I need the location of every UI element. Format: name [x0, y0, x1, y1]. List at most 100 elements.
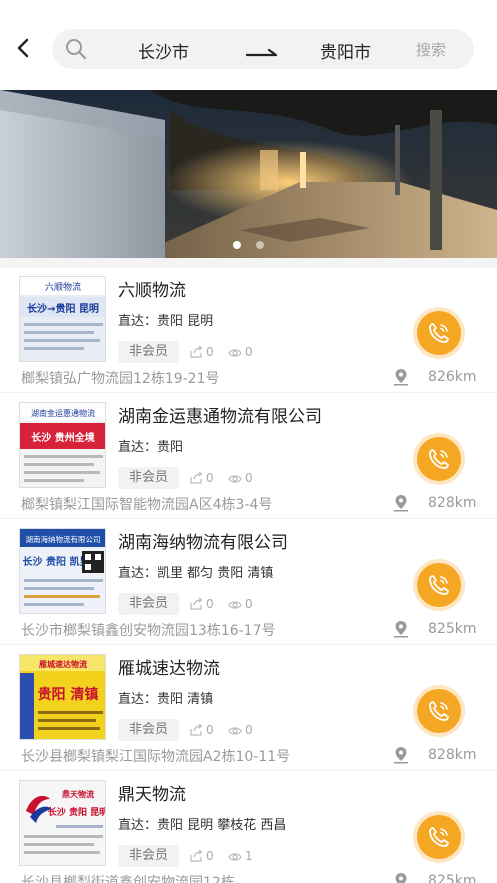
- share-count-value: 0: [206, 345, 214, 359]
- back-icon[interactable]: [12, 34, 38, 62]
- share-icon: [190, 597, 203, 610]
- carousel-dot[interactable]: [256, 241, 265, 249]
- list-item[interactable]: 鼎天物流 长沙 贵阳 昆明 鼎天物流 直达：贵阳 昆明 攀枝花 西昌 非会员 0…: [0, 772, 497, 883]
- eye-icon: [228, 475, 242, 483]
- call-button[interactable]: [417, 437, 461, 481]
- view-count-value: 1: [245, 849, 253, 863]
- top-bar: 长沙市 贵阳市 搜索: [0, 0, 497, 90]
- share-icon: [190, 723, 203, 736]
- member-tag: 非会员: [118, 467, 179, 489]
- share-count-value: 0: [206, 471, 214, 485]
- view-count: 0: [228, 723, 253, 737]
- thumbnail-header: 湖南金运惠通物流: [31, 408, 95, 418]
- company-name[interactable]: 湖南金运惠通物流有限公司: [118, 402, 322, 427]
- search-icon: [64, 37, 88, 61]
- phone-icon: [429, 827, 449, 847]
- thumbnail-main: 贵阳 清镇: [38, 686, 99, 703]
- company-thumbnail: 鼎天物流 长沙 贵阳 昆明: [19, 780, 106, 866]
- company-name[interactable]: 鼎天物流: [118, 780, 186, 805]
- company-thumbnail: 湖南海纳物流有限公司 长沙 贵阳 凯里: [19, 528, 106, 614]
- direct-routes: 直达：贵阳 清镇: [118, 692, 214, 707]
- company-address: 榔梨镇弘广物流园12栋19-21号: [21, 371, 220, 387]
- share-count-value: 0: [206, 597, 214, 611]
- list-item[interactable]: 雁城速达物流 贵阳 清镇 雁城速达物流 直达：贵阳 清镇 非会员 0 0 长沙县…: [0, 646, 497, 772]
- phone-icon: [429, 701, 449, 721]
- share-count-value: 0: [206, 849, 214, 863]
- location-pin-icon: [392, 746, 410, 764]
- eye-icon: [228, 853, 242, 861]
- distance: 828km: [428, 495, 477, 511]
- call-button[interactable]: [417, 815, 461, 859]
- section-gap: [0, 258, 497, 268]
- company-thumbnail: 雁城速达物流 贵阳 清镇: [19, 654, 106, 740]
- company-thumbnail: 湖南金运惠通物流 长沙 贵州全境: [19, 402, 106, 488]
- view-count-value: 0: [245, 597, 253, 611]
- destination-city[interactable]: 贵阳市: [320, 38, 371, 63]
- view-count-value: 0: [245, 723, 253, 737]
- eye-icon: [228, 601, 242, 609]
- company-address: 榔梨镇梨江国际智能物流园A区4栋3-4号: [21, 497, 273, 513]
- list-item[interactable]: 湖南海纳物流有限公司 长沙 贵阳 凯里 湖南海纳物流有限公司 直达：凯里 都匀 …: [0, 520, 497, 646]
- share-icon: [190, 345, 203, 358]
- thumbnail-main: 长沙→贵阳 昆明: [27, 302, 99, 315]
- route-search-box[interactable]: 长沙市 贵阳市 搜索: [52, 29, 474, 69]
- distance: 828km: [428, 747, 477, 763]
- eye-icon: [228, 349, 242, 357]
- call-button[interactable]: [417, 311, 461, 355]
- divider: [0, 644, 497, 645]
- member-tag: 非会员: [118, 845, 179, 867]
- app-screen: 长沙市 贵阳市 搜索 六顺物流 长沙→贵阳 昆明 六顺物流 直达：贵阳 昆明 非…: [0, 0, 497, 883]
- list-item[interactable]: 六顺物流 长沙→贵阳 昆明 六顺物流 直达：贵阳 昆明 非会员 0 0 榔梨镇弘…: [0, 268, 497, 394]
- thumbnail-header: 鼎天物流: [62, 789, 94, 799]
- list-item[interactable]: 湖南金运惠通物流 长沙 贵州全境 湖南金运惠通物流有限公司 直达：贵阳 非会员 …: [0, 394, 497, 520]
- view-count: 0: [228, 597, 253, 611]
- divider: [0, 518, 497, 519]
- share-count[interactable]: 0: [190, 471, 214, 485]
- thumbnail-main: 长沙 贵阳 凯里: [23, 555, 90, 568]
- call-button[interactable]: [417, 563, 461, 607]
- share-count-value: 0: [206, 723, 214, 737]
- company-thumbnail: 六顺物流 长沙→贵阳 昆明: [19, 276, 106, 362]
- view-count-value: 0: [245, 345, 253, 359]
- share-count[interactable]: 0: [190, 849, 214, 863]
- share-count[interactable]: 0: [190, 597, 214, 611]
- member-tag: 非会员: [118, 593, 179, 615]
- share-count[interactable]: 0: [190, 345, 214, 359]
- route-arrow-icon: [245, 43, 278, 57]
- origin-city[interactable]: 长沙市: [138, 38, 189, 63]
- company-address: 长沙市榔梨镇鑫创安物流园13栋16-17号: [21, 623, 276, 639]
- thumbnail-main: 长沙 贵阳 昆明: [48, 806, 106, 818]
- thumbnail-header: 六顺物流: [45, 281, 81, 293]
- location-pin-icon: [392, 872, 410, 883]
- company-name[interactable]: 雁城速达物流: [118, 654, 220, 679]
- banner-image: [0, 90, 497, 258]
- phone-icon: [429, 575, 449, 595]
- banner-carousel[interactable]: [0, 90, 497, 258]
- direct-routes: 直达：贵阳 昆明 攀枝花 西昌: [118, 818, 287, 833]
- view-count: 1: [228, 849, 253, 863]
- eye-icon: [228, 727, 242, 735]
- company-address: 长沙县榔梨街道鑫创安物流园12栋: [21, 875, 235, 883]
- phone-icon: [429, 323, 449, 343]
- thumbnail-header: 雁城速达物流: [39, 659, 87, 669]
- distance: 825km: [428, 873, 477, 883]
- divider: [0, 392, 497, 393]
- view-count: 0: [228, 471, 253, 485]
- call-button[interactable]: [417, 689, 461, 733]
- view-count: 0: [228, 345, 253, 359]
- direct-routes: 直达：贵阳 昆明: [118, 314, 214, 329]
- share-count[interactable]: 0: [190, 723, 214, 737]
- location-pin-icon: [392, 494, 410, 512]
- member-tag: 非会员: [118, 719, 179, 741]
- share-icon: [190, 849, 203, 862]
- direct-routes: 直达：贵阳: [118, 440, 184, 455]
- company-name[interactable]: 湖南海纳物流有限公司: [118, 528, 288, 553]
- member-tag: 非会员: [118, 341, 179, 363]
- company-name[interactable]: 六顺物流: [118, 276, 186, 301]
- phone-icon: [429, 449, 449, 469]
- thumbnail-main: 长沙 贵州全境: [31, 431, 94, 444]
- search-button[interactable]: 搜索: [416, 39, 446, 60]
- location-pin-icon: [392, 368, 410, 386]
- carousel-dot-active[interactable]: [232, 241, 241, 249]
- share-icon: [190, 471, 203, 484]
